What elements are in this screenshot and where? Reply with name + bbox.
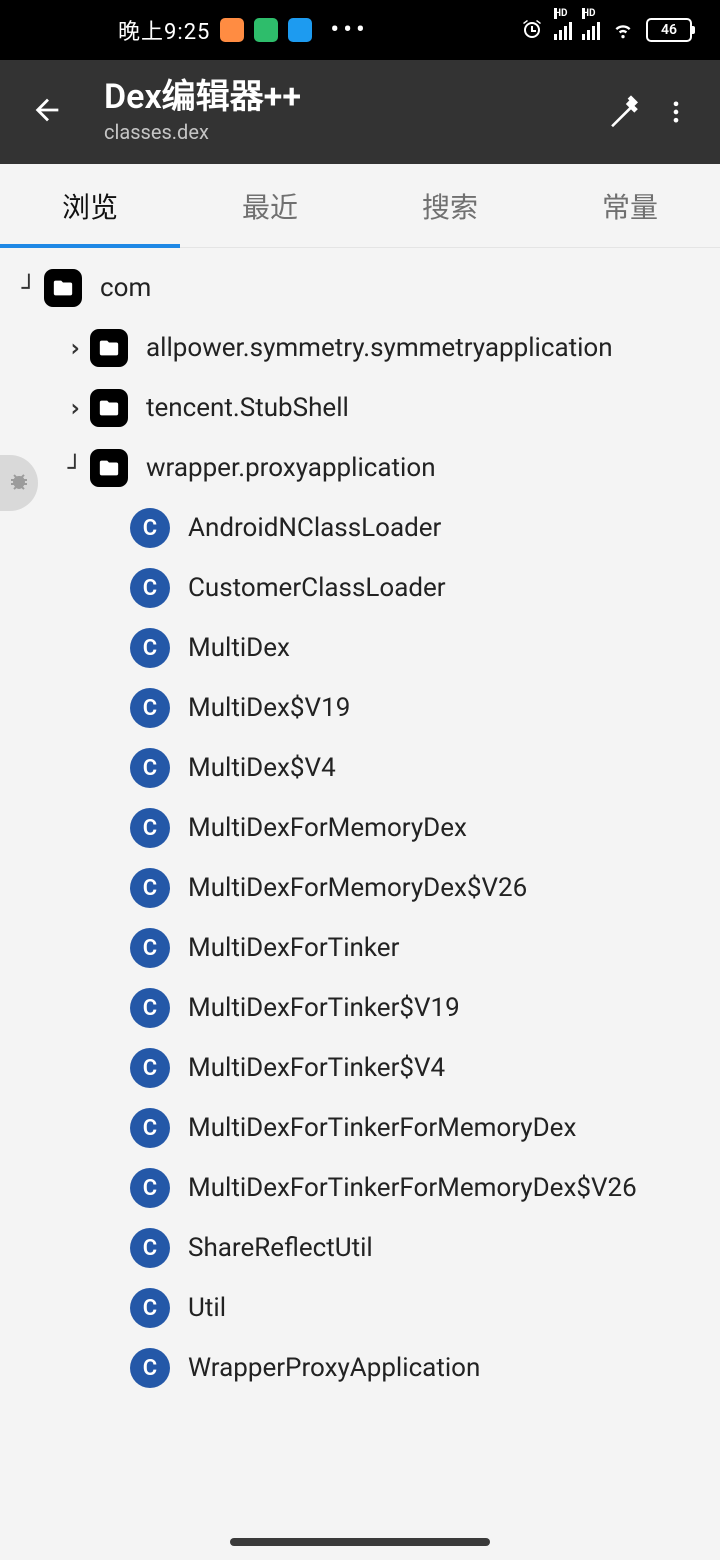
tab-recent[interactable]: 最近 [180, 164, 360, 247]
package-label: tencent.StubShell [146, 393, 349, 423]
package-label: allpower.symmetry.symmetryapplication [146, 333, 613, 363]
folder-icon [44, 269, 82, 307]
class-label: MultiDexForMemoryDex$V26 [188, 873, 527, 903]
tab-browse[interactable]: 浏览 [0, 164, 180, 247]
folder-icon [90, 449, 128, 487]
tab-const[interactable]: 常量 [540, 164, 720, 247]
tree-class[interactable]: C MultiDexForTinker$V19 [0, 978, 720, 1038]
back-button[interactable] [30, 93, 74, 131]
class-icon: C [130, 568, 170, 608]
tree-package[interactable]: ┘ wrapper.proxyapplication [0, 438, 720, 498]
class-label: AndroidNClassLoader [188, 513, 441, 543]
expand-icon: › [60, 394, 90, 422]
tree-class[interactable]: C MultiDexForMemoryDex$V26 [0, 858, 720, 918]
class-label: MultiDexForTinkerForMemoryDex [188, 1113, 576, 1143]
status-app-icon [220, 18, 244, 42]
signal-icon: HD [582, 20, 600, 40]
class-icon: C [130, 928, 170, 968]
package-label: com [100, 273, 151, 303]
status-app-icon [288, 18, 312, 42]
wifi-icon [610, 20, 636, 40]
signal-icon: HD [554, 20, 572, 40]
tree-class[interactable]: C MultiDexForTinkerForMemoryDex [0, 1098, 720, 1158]
app-bar: Dex编辑器++ classes.dex [0, 60, 720, 164]
tree-package[interactable]: › allpower.symmetry.symmetryapplication [0, 318, 720, 378]
class-icon: C [130, 1168, 170, 1208]
tree-class[interactable]: C ShareReflectUtil [0, 1218, 720, 1278]
class-icon: C [130, 688, 170, 728]
class-label: Util [188, 1293, 226, 1323]
class-icon: C [130, 1348, 170, 1388]
tree-package-root[interactable]: ┘ com [0, 258, 720, 318]
tab-search[interactable]: 搜索 [360, 164, 540, 247]
status-app-icon [254, 18, 278, 42]
class-icon: C [130, 1108, 170, 1148]
folder-icon [90, 389, 128, 427]
hammer-icon [608, 92, 648, 132]
tree-class[interactable]: C Util [0, 1278, 720, 1338]
package-label: wrapper.proxyapplication [146, 453, 436, 483]
battery-icon: 46 [646, 18, 692, 42]
nav-gesture-pill[interactable] [230, 1538, 490, 1546]
alarm-icon [520, 18, 544, 42]
tree-class[interactable]: C MultiDexForTinker$V4 [0, 1038, 720, 1098]
more-vert-icon [662, 98, 690, 126]
class-label: ShareReflectUtil [188, 1233, 373, 1263]
class-label: MultiDexForMemoryDex [188, 813, 467, 843]
class-label: MultiDex [188, 633, 290, 663]
collapse-icon: ┘ [14, 274, 44, 302]
class-label: MultiDex$V19 [188, 693, 350, 723]
class-icon: C [130, 628, 170, 668]
tree-class[interactable]: C AndroidNClassLoader [0, 498, 720, 558]
package-tree: ┘ com › allpower.symmetry.symmetryapplic… [0, 248, 720, 1398]
class-icon: C [130, 1048, 170, 1088]
tree-class[interactable]: C WrapperProxyApplication [0, 1338, 720, 1398]
folder-icon [90, 329, 128, 367]
tree-class[interactable]: C MultiDex$V4 [0, 738, 720, 798]
expand-icon: › [60, 334, 90, 362]
app-subtitle: classes.dex [104, 120, 604, 144]
tree-package[interactable]: › tencent.StubShell [0, 378, 720, 438]
app-title: Dex编辑器++ [104, 80, 604, 116]
class-label: MultiDexForTinker [188, 933, 399, 963]
tree-class[interactable]: C CustomerClassLoader [0, 558, 720, 618]
class-label: MultiDex$V4 [188, 753, 336, 783]
tree-class[interactable]: C MultiDexForTinkerForMemoryDex$V26 [0, 1158, 720, 1218]
collapse-icon: ┘ [60, 454, 90, 482]
class-icon: C [130, 988, 170, 1028]
class-icon: C [130, 1288, 170, 1328]
class-icon: C [130, 1228, 170, 1268]
bug-icon [7, 471, 31, 495]
class-label: MultiDexForTinker$V19 [188, 993, 460, 1023]
class-icon: C [130, 508, 170, 548]
status-bar: 晚上9:25 ••• HD HD 46 [0, 0, 720, 60]
tree-class[interactable]: C MultiDexForMemoryDex [0, 798, 720, 858]
class-label: CustomerClassLoader [188, 573, 446, 603]
status-time: 晚上9:25 [118, 14, 210, 46]
overflow-button[interactable] [652, 98, 700, 126]
tree-class[interactable]: C MultiDex [0, 618, 720, 678]
class-icon: C [130, 868, 170, 908]
class-label: MultiDexForTinker$V4 [188, 1053, 445, 1083]
build-button[interactable] [604, 92, 652, 132]
class-label: WrapperProxyApplication [188, 1353, 480, 1383]
tree-class[interactable]: C MultiDexForTinker [0, 918, 720, 978]
class-label: MultiDexForTinkerForMemoryDex$V26 [188, 1173, 637, 1203]
tree-class[interactable]: C MultiDex$V19 [0, 678, 720, 738]
class-icon: C [130, 748, 170, 788]
tab-bar: 浏览 最近 搜索 常量 [0, 164, 720, 248]
class-icon: C [130, 808, 170, 848]
